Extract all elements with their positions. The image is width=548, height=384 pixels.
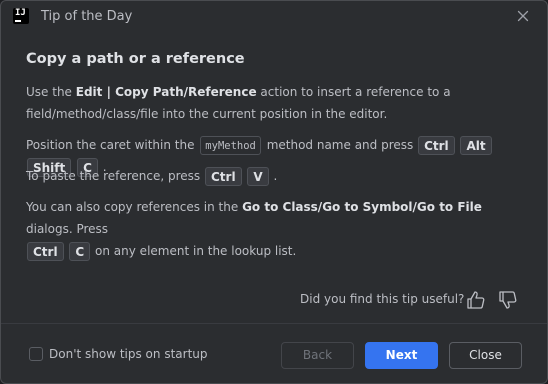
dont-show-tips-checkbox[interactable]: Don't show tips on startup [29,347,208,361]
action-name: Edit | Copy Path/Reference [75,85,257,99]
key-alt: Alt [460,136,492,155]
footer-divider [1,323,547,324]
tip-content: Copy a path or a reference Use the Edit … [1,33,547,321]
app-icon-text: IJ [15,8,26,18]
key-v: V [247,167,269,186]
intellij-logo-icon: IJ [13,8,29,24]
tip-paragraph-3: To paste the reference, press Ctrl V . [26,167,278,186]
key-ctrl: Ctrl [418,136,455,155]
dialog-names: Go to Class/Go to Symbol/Go to File [242,200,482,214]
feedback-question: Did you find this tip useful? [300,292,465,306]
tip-paragraph-1: Use the Edit | Copy Path/Reference actio… [26,85,451,121]
checkbox-label: Don't show tips on startup [49,347,208,361]
thumb-down-icon[interactable] [497,289,519,311]
window-title: Tip of the Day [41,9,133,24]
next-button[interactable]: Next [365,342,438,369]
close-icon[interactable] [515,8,531,24]
back-button[interactable]: Back [281,342,354,369]
key-ctrl: Ctrl [205,167,242,186]
thumb-up-icon[interactable] [465,289,487,311]
close-button[interactable]: Close [449,342,522,369]
code-snippet: myMethod [200,136,261,155]
tip-heading: Copy a path or a reference [26,51,245,67]
key-c: C [69,242,91,261]
key-ctrl: Ctrl [27,242,64,261]
checkbox-box[interactable] [29,347,43,361]
tip-paragraph-4: You can also copy references in the Go t… [26,200,482,261]
title-bar: IJ Tip of the Day [1,1,547,33]
tip-of-the-day-dialog: IJ Tip of the Day Copy a path or a refer… [0,0,548,384]
